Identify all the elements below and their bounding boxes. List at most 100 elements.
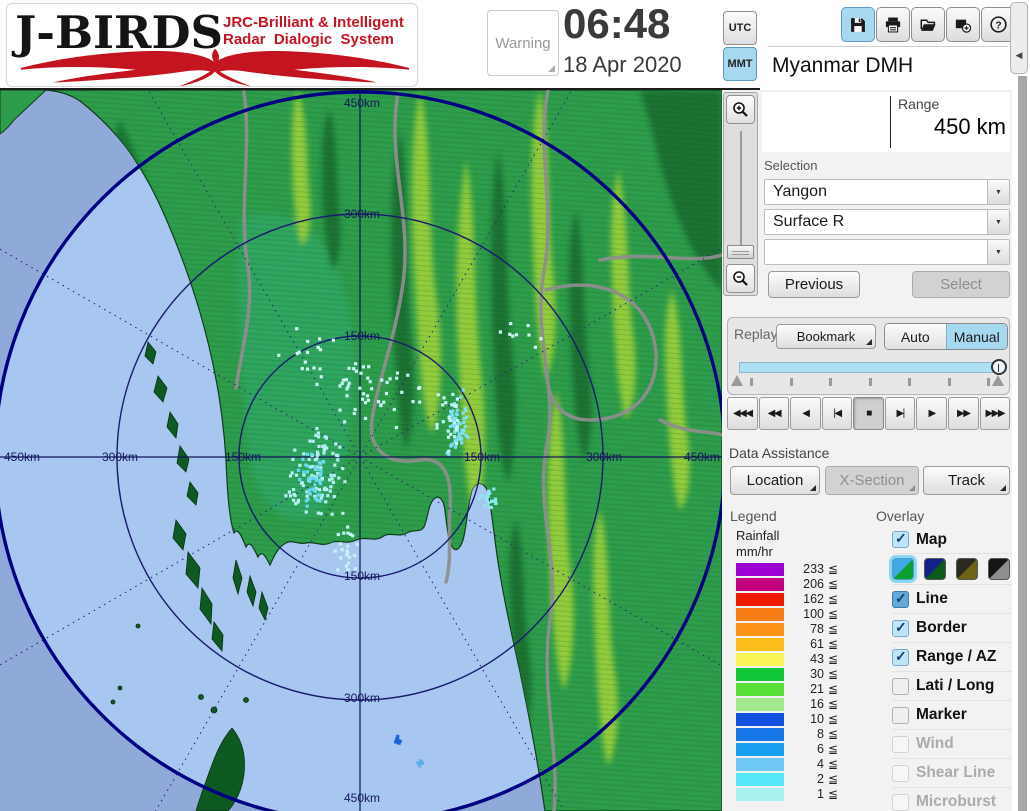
radar-map[interactable]: 450km300km150km150km300km450km450km300km… [0, 90, 722, 811]
legend-swatch [736, 728, 784, 741]
legend-swatch [736, 758, 784, 771]
overlay-checkbox[interactable]: ✓ [892, 620, 909, 637]
legend-value: 61 [788, 637, 824, 651]
zoom-slider-track[interactable] [740, 131, 742, 257]
step-forward-button[interactable]: ▶| [885, 397, 916, 430]
overlay-item[interactable]: ✓ Range / AZ [892, 642, 1012, 671]
overlay-item[interactable]: ✓ Lati / Long [892, 671, 1012, 700]
track-button[interactable]: Track [923, 466, 1010, 495]
svg-text:150km: 150km [344, 569, 380, 583]
map-style-black-gray[interactable] [988, 558, 1010, 580]
selection-dropdown[interactable]: Yangon ▼ [764, 179, 1010, 205]
overlay-checkbox[interactable]: ✓ [892, 794, 909, 811]
playback-glyph: ◀ [802, 408, 808, 419]
manual-button[interactable]: Manual [946, 324, 1008, 349]
legend-swatch [736, 743, 784, 756]
slider-start-marker[interactable] [731, 375, 743, 386]
legend-swatch [736, 593, 784, 606]
legend-value: 10 [788, 712, 824, 726]
utc-button[interactable]: UTC [723, 11, 757, 45]
overlay-checkbox[interactable]: ✓ [892, 649, 909, 666]
logo-subtitle-1: JRC-Brilliant & Intelligent [223, 14, 404, 31]
map-style-blue-green[interactable] [892, 558, 914, 580]
legend-row: 4 ≦ [736, 757, 848, 772]
forward-fast-button[interactable]: ▶▶▶ [980, 397, 1011, 430]
zoom-in-icon [732, 101, 749, 118]
mmt-button[interactable]: MMT [723, 47, 757, 81]
logo: J-BIRDS JRC-Brilliant & Intelligent Rada… [6, 3, 418, 87]
map-checkbox[interactable]: ✓ [892, 531, 909, 548]
previous-button[interactable]: Previous [768, 271, 860, 298]
overlay-item-map[interactable]: ✓ Map [892, 526, 1012, 553]
overlay-checkbox[interactable]: ✓ [892, 765, 909, 782]
x-section-button[interactable]: X-Section [825, 466, 919, 495]
overlay-item[interactable]: ✓ Border [892, 613, 1012, 642]
overlay-checkbox[interactable]: ✓ [892, 707, 909, 724]
forward-button[interactable]: ▶▶ [948, 397, 979, 430]
slider-end-marker[interactable] [992, 375, 1004, 386]
overlay-item[interactable]: ✓ Microburst [892, 787, 1012, 811]
step-back-button[interactable]: |◀ [822, 397, 853, 430]
legend-value: 30 [788, 667, 824, 681]
stop-button[interactable]: ■ [853, 397, 884, 430]
zoom-slider-thumb[interactable] [727, 245, 754, 259]
zoom-out-button[interactable] [726, 264, 755, 293]
selection-dropdown[interactable]: ▼ [764, 239, 1010, 265]
legend-row: 10 ≦ [736, 712, 848, 727]
panel-divider [768, 46, 1008, 47]
rewind-fast-button[interactable]: ◀◀◀ [727, 397, 758, 430]
station-title: Myanmar DMH [772, 54, 913, 78]
warning-button[interactable]: Warning [487, 10, 559, 76]
overlay-checkbox[interactable]: ✓ [892, 678, 909, 695]
play-button[interactable]: ▶ [916, 397, 947, 430]
overlay-checkbox[interactable]: ✓ [892, 736, 909, 753]
range-value: 450 km [934, 114, 1006, 140]
print-button[interactable] [876, 7, 910, 42]
legend-value: 233 [788, 562, 824, 576]
range-divider [890, 96, 891, 148]
overlay-checkbox[interactable]: ✓ [892, 591, 909, 608]
playback-controls: ◀◀◀ ◀◀ ◀ |◀ ■ ▶| ▶ ▶▶ ▶▶▶ [727, 397, 1010, 430]
svg-text:450km: 450km [344, 791, 380, 805]
playback-glyph: ▶▶ [957, 408, 969, 419]
legend-symbol: ≦ [828, 622, 838, 636]
open-file-button[interactable] [911, 7, 945, 42]
capture-button[interactable] [946, 7, 980, 42]
overlay-item[interactable]: ✓ Line [892, 584, 1012, 613]
panel-collapse-tab[interactable]: ◀ [1010, 2, 1028, 74]
overlay-item[interactable]: ✓ Wind [892, 729, 1012, 758]
legend-value: 206 [788, 577, 824, 591]
chevron-down-icon[interactable]: ▼ [987, 180, 1009, 204]
bookmark-button[interactable]: Bookmark [776, 324, 876, 349]
select-button[interactable]: Select [912, 271, 1010, 298]
map-style-navy-darkgreen[interactable] [924, 558, 946, 580]
map-zoom-control [723, 92, 758, 296]
auto-button[interactable]: Auto [885, 324, 946, 349]
location-button[interactable]: Location [730, 466, 820, 495]
selection-dropdown[interactable]: Surface R ▼ [764, 209, 1010, 235]
capture-icon [955, 17, 971, 33]
legend-value: 100 [788, 607, 824, 621]
map-style-dark-olive[interactable] [956, 558, 978, 580]
overlay-item-label: Microburst [916, 793, 996, 811]
map-style-row [892, 553, 1012, 584]
legend-row: 1 ≦ [736, 787, 848, 802]
overlay-item[interactable]: ✓ Marker [892, 700, 1012, 729]
map-layers: 450km300km150km150km300km450km450km300km… [0, 90, 722, 811]
zoom-in-button[interactable] [726, 95, 755, 124]
reverse-play-button[interactable]: ◀ [790, 397, 821, 430]
legend-unit-line2: mm/hr [736, 544, 779, 560]
chevron-down-icon[interactable]: ▼ [987, 210, 1009, 234]
svg-text:150km: 150km [464, 450, 500, 464]
save-button[interactable] [841, 7, 875, 42]
replay-slider-thumb[interactable] [991, 359, 1007, 375]
chevron-down-icon[interactable]: ▼ [987, 240, 1009, 264]
legend-swatch [736, 653, 784, 666]
replay-slider[interactable] [739, 362, 1001, 373]
legend-value: 16 [788, 697, 824, 711]
rewind-button[interactable]: ◀◀ [759, 397, 790, 430]
panel-scroll-rail[interactable] [1018, 76, 1027, 811]
legend-symbol: ≦ [828, 637, 838, 651]
overlay-item[interactable]: ✓ Shear Line [892, 758, 1012, 787]
legend-value: 8 [788, 727, 824, 741]
